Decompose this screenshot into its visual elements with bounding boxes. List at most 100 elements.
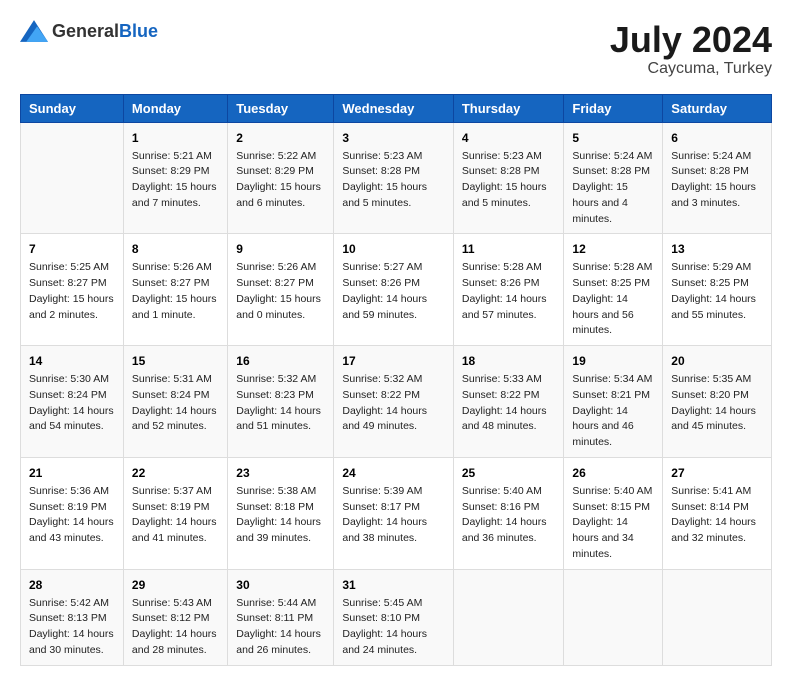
col-header-monday: Monday (123, 94, 227, 122)
cell-info: Sunrise: 5:41 AMSunset: 8:14 PMDaylight:… (671, 484, 763, 547)
col-header-saturday: Saturday (663, 94, 772, 122)
calendar-cell: 28 Sunrise: 5:42 AMSunset: 8:13 PMDayligh… (21, 569, 124, 665)
calendar-cell: 22Sunrise: 5:37 AMSunset: 8:19 PMDayligh… (123, 457, 227, 569)
col-header-thursday: Thursday (453, 94, 564, 122)
calendar-cell: 30 Sunrise: 5:44 AMSunset: 8:11 PMDayligh… (228, 569, 334, 665)
calendar-cell: 4Sunrise: 5:23 AMSunset: 8:28 PMDaylight… (453, 122, 564, 234)
cell-info: Sunrise: 5:32 AMSunset: 8:22 PMDaylight:… (342, 372, 445, 435)
week-row-5: 28 Sunrise: 5:42 AMSunset: 8:13 PMDayligh… (21, 569, 772, 665)
cell-info: Sunrise: 5:29 AMSunset: 8:25 PMDaylight:… (671, 260, 763, 323)
col-header-tuesday: Tuesday (228, 94, 334, 122)
cell-info: Sunrise: 5:32 AMSunset: 8:23 PMDaylight:… (236, 372, 325, 435)
day-number: 7 (29, 240, 115, 258)
calendar-cell: 17 Sunrise: 5:32 AMSunset: 8:22 PMDayligh… (334, 346, 454, 458)
calendar-cell: 24 Sunrise: 5:39 AMSunset: 8:17 PMDayligh… (334, 457, 454, 569)
day-number: 28 (29, 576, 115, 594)
calendar-cell: 21 Sunrise: 5:36 AMSunset: 8:19 PMDayligh… (21, 457, 124, 569)
calendar-cell: 5 Sunrise: 5:24 AMSunset: 8:28 PMDaylight… (564, 122, 663, 234)
cell-info: Sunrise: 5:34 AMSunset: 8:21 PMDaylight:… (572, 372, 654, 451)
calendar-cell: 14 Sunrise: 5:30 AMSunset: 8:24 PMDayligh… (21, 346, 124, 458)
day-number: 8 (132, 240, 219, 258)
logo-blue: Blue (119, 21, 158, 41)
week-row-2: 7 Sunrise: 5:25 AMSunset: 8:27 PMDaylight… (21, 234, 772, 346)
day-number: 19 (572, 352, 654, 370)
cell-info: Sunrise: 5:39 AMSunset: 8:17 PMDaylight:… (342, 484, 445, 547)
logo: GeneralBlue (20, 20, 158, 42)
week-row-4: 21 Sunrise: 5:36 AMSunset: 8:19 PMDayligh… (21, 457, 772, 569)
calendar-cell: 27Sunrise: 5:41 AMSunset: 8:14 PMDayligh… (663, 457, 772, 569)
cell-info: Sunrise: 5:24 AMSunset: 8:28 PMDaylight:… (671, 149, 763, 212)
page-header: GeneralBlue July 2024 Caycuma, Turkey (20, 20, 772, 78)
calendar-cell (453, 569, 564, 665)
cell-info: Sunrise: 5:27 AMSunset: 8:26 PMDaylight:… (342, 260, 445, 323)
calendar-cell: 11Sunrise: 5:28 AMSunset: 8:26 PMDayligh… (453, 234, 564, 346)
day-number: 22 (132, 464, 219, 482)
calendar-cell: 3Sunrise: 5:23 AMSunset: 8:28 PMDaylight… (334, 122, 454, 234)
cell-info: Sunrise: 5:43 AMSunset: 8:12 PMDaylight:… (132, 596, 219, 659)
day-number: 20 (671, 352, 763, 370)
col-header-friday: Friday (564, 94, 663, 122)
day-number: 10 (342, 240, 445, 258)
day-number: 6 (671, 129, 763, 147)
calendar-table: SundayMondayTuesdayWednesdayThursdayFrid… (20, 94, 772, 666)
calendar-cell (663, 569, 772, 665)
col-header-sunday: Sunday (21, 94, 124, 122)
calendar-cell: 20 Sunrise: 5:35 AMSunset: 8:20 PMDayligh… (663, 346, 772, 458)
day-number: 16 (236, 352, 325, 370)
calendar-cell: 6 Sunrise: 5:24 AMSunset: 8:28 PMDaylight… (663, 122, 772, 234)
calendar-cell: 9 Sunrise: 5:26 AMSunset: 8:27 PMDaylight… (228, 234, 334, 346)
day-number: 3 (342, 129, 445, 147)
calendar-cell: 16 Sunrise: 5:32 AMSunset: 8:23 PMDayligh… (228, 346, 334, 458)
calendar-cell: 2Sunrise: 5:22 AMSunset: 8:29 PMDaylight… (228, 122, 334, 234)
calendar-cell: 23Sunrise: 5:38 AMSunset: 8:18 PMDayligh… (228, 457, 334, 569)
cell-info: Sunrise: 5:45 AMSunset: 8:10 PMDaylight:… (342, 596, 445, 659)
month-year-title: July 2024 (610, 20, 772, 60)
day-number: 9 (236, 240, 325, 258)
calendar-cell: 26 Sunrise: 5:40 AMSunset: 8:15 PMDayligh… (564, 457, 663, 569)
day-number: 23 (236, 464, 325, 482)
header-row: SundayMondayTuesdayWednesdayThursdayFrid… (21, 94, 772, 122)
day-number: 14 (29, 352, 115, 370)
cell-info: Sunrise: 5:30 AMSunset: 8:24 PMDaylight:… (29, 372, 115, 435)
calendar-cell: 1Sunrise: 5:21 AMSunset: 8:29 PMDaylight… (123, 122, 227, 234)
cell-info: Sunrise: 5:28 AMSunset: 8:26 PMDaylight:… (462, 260, 556, 323)
logo-text: GeneralBlue (52, 21, 158, 42)
day-number: 21 (29, 464, 115, 482)
day-number: 12 (572, 240, 654, 258)
day-number: 1 (132, 129, 219, 147)
day-number: 26 (572, 464, 654, 482)
day-number: 25 (462, 464, 556, 482)
calendar-cell (21, 122, 124, 234)
calendar-cell: 13Sunrise: 5:29 AMSunset: 8:25 PMDayligh… (663, 234, 772, 346)
day-number: 17 (342, 352, 445, 370)
logo-general: General (52, 21, 119, 41)
day-number: 31 (342, 576, 445, 594)
calendar-cell: 19 Sunrise: 5:34 AMSunset: 8:21 PMDayligh… (564, 346, 663, 458)
cell-info: Sunrise: 5:25 AMSunset: 8:27 PMDaylight:… (29, 260, 115, 323)
cell-info: Sunrise: 5:26 AMSunset: 8:27 PMDaylight:… (132, 260, 219, 323)
day-number: 30 (236, 576, 325, 594)
cell-info: Sunrise: 5:40 AMSunset: 8:15 PMDaylight:… (572, 484, 654, 563)
day-number: 24 (342, 464, 445, 482)
week-row-3: 14 Sunrise: 5:30 AMSunset: 8:24 PMDayligh… (21, 346, 772, 458)
cell-info: Sunrise: 5:28 AMSunset: 8:25 PMDaylight:… (572, 260, 654, 339)
cell-info: Sunrise: 5:31 AMSunset: 8:24 PMDaylight:… (132, 372, 219, 435)
logo-icon (20, 20, 48, 42)
cell-info: Sunrise: 5:40 AMSunset: 8:16 PMDaylight:… (462, 484, 556, 547)
day-number: 5 (572, 129, 654, 147)
calendar-cell (564, 569, 663, 665)
day-number: 15 (132, 352, 219, 370)
cell-info: Sunrise: 5:35 AMSunset: 8:20 PMDaylight:… (671, 372, 763, 435)
calendar-cell: 10 Sunrise: 5:27 AMSunset: 8:26 PMDayligh… (334, 234, 454, 346)
calendar-cell: 18Sunrise: 5:33 AMSunset: 8:22 PMDayligh… (453, 346, 564, 458)
cell-info: Sunrise: 5:42 AMSunset: 8:13 PMDaylight:… (29, 596, 115, 659)
cell-info: Sunrise: 5:44 AMSunset: 8:11 PMDaylight:… (236, 596, 325, 659)
cell-info: Sunrise: 5:22 AMSunset: 8:29 PMDaylight:… (236, 149, 325, 212)
week-row-1: 1Sunrise: 5:21 AMSunset: 8:29 PMDaylight… (21, 122, 772, 234)
calendar-cell: 31 Sunrise: 5:45 AMSunset: 8:10 PMDayligh… (334, 569, 454, 665)
cell-info: Sunrise: 5:36 AMSunset: 8:19 PMDaylight:… (29, 484, 115, 547)
calendar-cell: 29Sunrise: 5:43 AMSunset: 8:12 PMDayligh… (123, 569, 227, 665)
cell-info: Sunrise: 5:26 AMSunset: 8:27 PMDaylight:… (236, 260, 325, 323)
cell-info: Sunrise: 5:24 AMSunset: 8:28 PMDaylight:… (572, 149, 654, 228)
cell-info: Sunrise: 5:33 AMSunset: 8:22 PMDaylight:… (462, 372, 556, 435)
